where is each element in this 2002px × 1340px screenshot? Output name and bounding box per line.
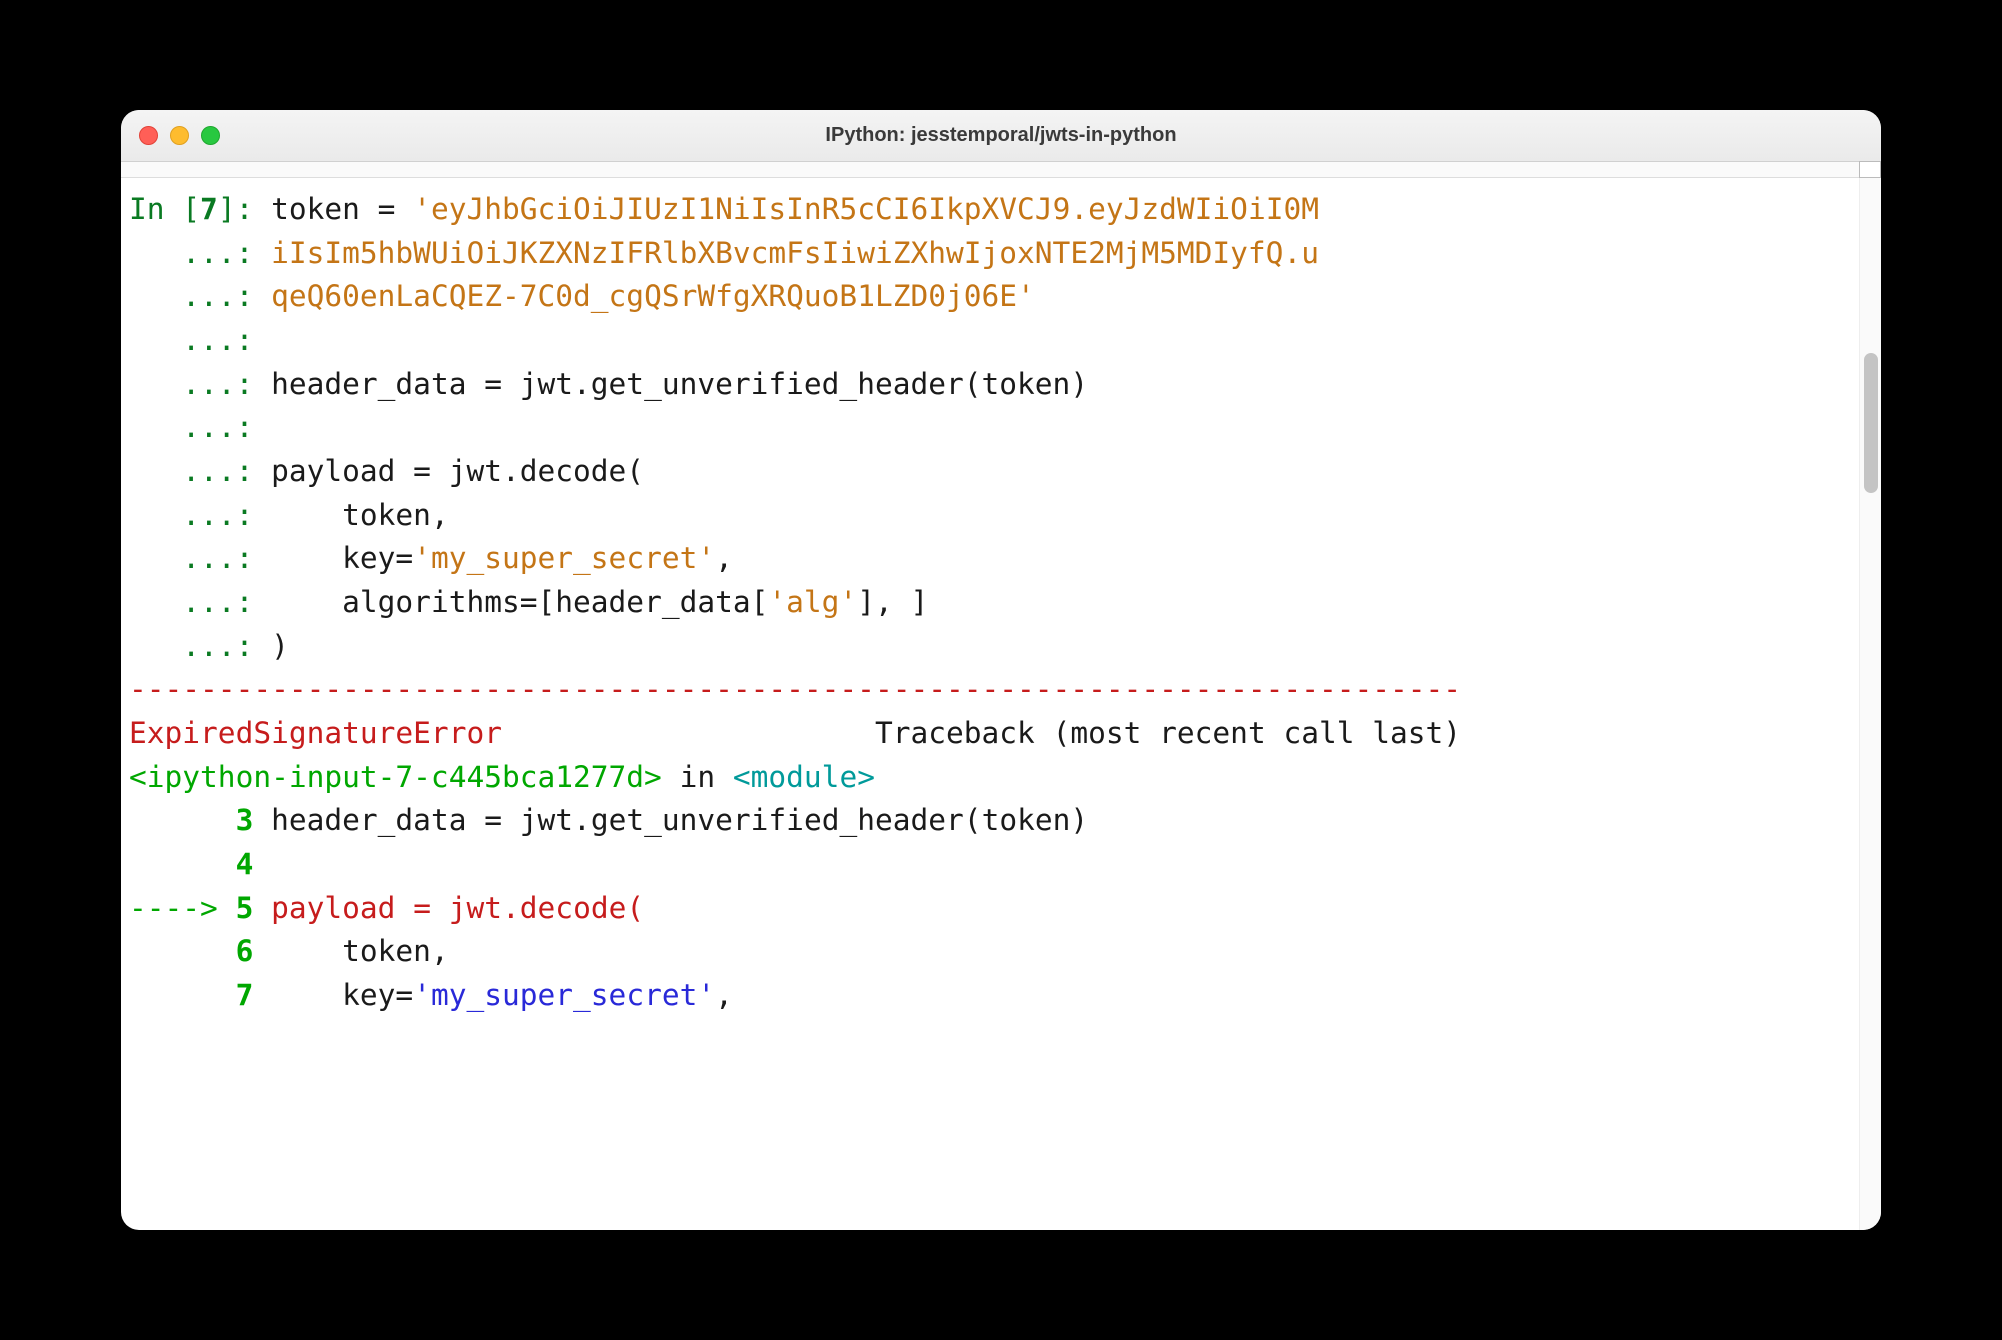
code-text: token =: [271, 192, 413, 226]
prompt-cont: ...:: [129, 454, 271, 488]
code-text: token,: [271, 498, 449, 532]
tb-lineno: 4: [129, 847, 271, 881]
code-text: ): [271, 629, 289, 663]
tb-lineno: 3: [129, 803, 271, 837]
code-text: key=: [271, 541, 413, 575]
tb-ipython-ref: <ipython-input-7-c445bca1277d>: [129, 760, 662, 794]
code-text: header_data = jwt.get_unverified_header(…: [271, 367, 1088, 401]
corner-widget[interactable]: [1859, 161, 1881, 178]
prompt-cont: ...:: [129, 585, 271, 619]
string-literal: 'eyJhbGciOiJIUzI1NiIsInR5cCI6IkpXVCJ9.ey…: [413, 192, 1319, 226]
close-icon[interactable]: [139, 126, 158, 145]
prompt-cont: ...:: [129, 323, 271, 357]
prompt-cont: ...:: [129, 367, 271, 401]
prompt-cont: ...:: [129, 410, 271, 444]
string-literal: 'alg': [768, 585, 857, 619]
prompt-cont: ...:: [129, 629, 271, 663]
terminal-content[interactable]: In [7]: token = 'eyJhbGciOiJIUzI1NiIsInR…: [121, 178, 1859, 1230]
tb-module: <module>: [733, 760, 875, 794]
code-text: ], ]: [857, 585, 928, 619]
titlebar[interactable]: IPython: jesstemporal/jwts-in-python: [121, 110, 1881, 162]
window-title: IPython: jesstemporal/jwts-in-python: [121, 124, 1881, 147]
error-name: ExpiredSignatureError: [129, 716, 502, 750]
tb-spacing: [502, 716, 875, 750]
top-rail: [121, 162, 1881, 178]
code-text: payload = jwt.decode(: [271, 454, 644, 488]
tb-code: token: [271, 934, 431, 968]
prompt-cont: ...:: [129, 541, 271, 575]
string-literal: 'my_super_secret': [413, 978, 715, 1012]
prompt-cont: ...:: [129, 498, 271, 532]
code-text: algorithms=[header_data[: [271, 585, 768, 619]
tb-arrow-icon: ---->: [129, 891, 236, 925]
tb-label: Traceback (most recent call last): [875, 716, 1461, 750]
prompt-in: In [7]:: [129, 192, 271, 226]
tb-lineno: 6: [129, 934, 271, 968]
traffic-lights: [139, 126, 220, 145]
terminal-window: IPython: jesstemporal/jwts-in-python In …: [121, 110, 1881, 1230]
tb-lineno: 5: [236, 891, 272, 925]
tb-lineno: 7: [129, 978, 271, 1012]
content-wrap: In [7]: token = 'eyJhbGciOiJIUzI1NiIsInR…: [121, 178, 1881, 1230]
minimize-icon[interactable]: [170, 126, 189, 145]
tb-in: in: [662, 760, 733, 794]
fullscreen-icon[interactable]: [201, 126, 220, 145]
string-literal: 'my_super_secret': [413, 541, 715, 575]
string-literal: iIsIm5hbWUiOiJKZXNzIFRlbXBvcmFsIiwiZXhwI…: [271, 236, 1319, 270]
prompt-cont: ...:: [129, 236, 271, 270]
tb-code: payload: [271, 891, 413, 925]
scrollbar-track[interactable]: [1859, 178, 1881, 1230]
scrollbar-thumb[interactable]: [1864, 353, 1878, 493]
tb-separator: ----------------------------------------…: [129, 672, 1461, 706]
tb-code: key: [271, 978, 395, 1012]
string-literal: qeQ60enLaCQEZ-7C0d_cgQSrWfgXRQuoB1LZD0j0…: [271, 279, 1035, 313]
tb-code: header_data: [271, 803, 484, 837]
prompt-cont: ...:: [129, 279, 271, 313]
code-text: ,: [715, 541, 733, 575]
